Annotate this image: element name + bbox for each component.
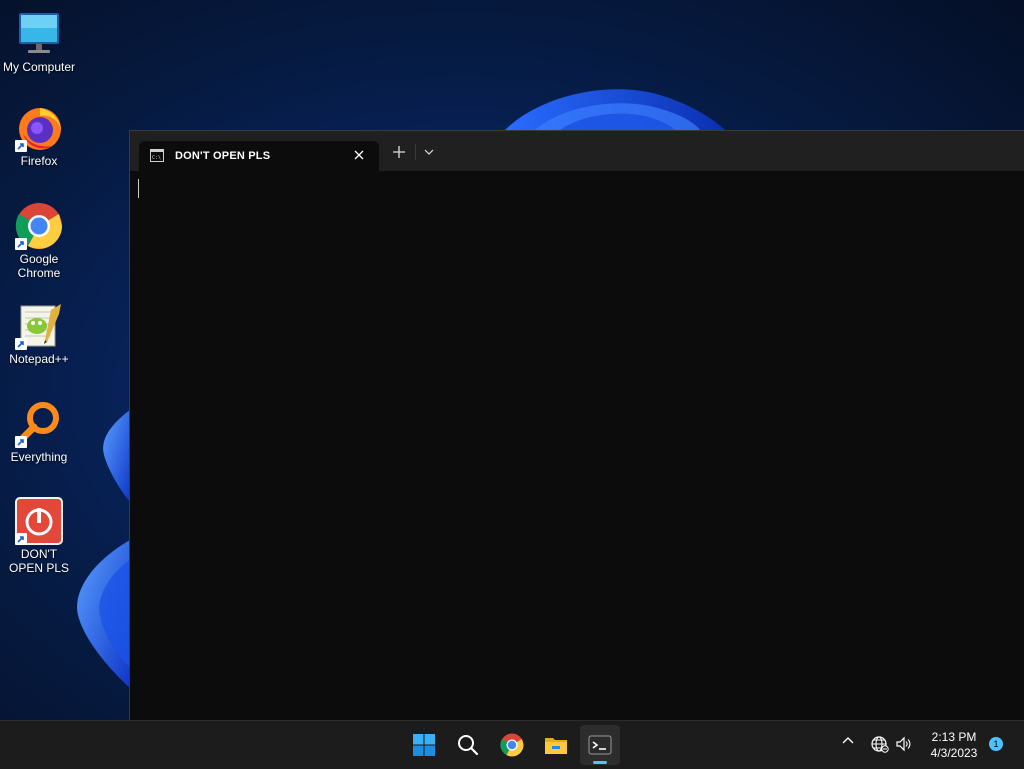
taskbar-search-button[interactable] xyxy=(448,725,488,765)
desktop-icon-label: Firefox xyxy=(20,154,58,168)
clock-date: 4/3/2023 xyxy=(930,746,978,760)
desktop-icon-label: DON'T OPEN PLS xyxy=(8,547,70,575)
terminal-content[interactable] xyxy=(130,171,1024,720)
tab-title: DON'T OPEN PLS xyxy=(175,150,271,162)
firefox-icon xyxy=(15,104,63,152)
text-cursor xyxy=(138,179,139,198)
desktop: My Computer Firefox Google Chrome Notepa… xyxy=(0,0,1024,720)
desktop-icon-firefox[interactable]: Firefox xyxy=(0,104,78,168)
folder-icon xyxy=(545,738,567,754)
desktop-icon-dont-open-pls[interactable]: DON'T OPEN PLS xyxy=(0,497,78,575)
notepadpp-icon xyxy=(15,302,63,350)
shortcut-arrow-icon xyxy=(15,338,27,350)
clock-time: 2:13 PM xyxy=(931,730,977,744)
taskbar-chrome-button[interactable] xyxy=(492,725,532,765)
desktop-icon-label: Notepad++ xyxy=(9,352,69,366)
monitor-icon xyxy=(15,10,63,58)
shortcut-arrow-icon xyxy=(15,436,27,448)
everything-search-icon xyxy=(15,400,63,448)
close-icon[interactable] xyxy=(353,149,365,161)
terminal-titlebar[interactable]: C:\ DON'T OPEN PLS xyxy=(130,131,1024,171)
network-globe-icon[interactable] xyxy=(871,735,889,753)
notification-badge[interactable]: 1 xyxy=(989,737,1003,751)
console-icon: C:\ xyxy=(150,149,164,162)
taskbar-terminal-button[interactable] xyxy=(580,725,620,765)
desktop-icon-label: My Computer xyxy=(2,60,76,74)
volume-icon[interactable] xyxy=(895,735,913,753)
desktop-icon-label: Google Chrome xyxy=(17,252,61,280)
plus-icon[interactable] xyxy=(392,145,406,159)
tab-dont-open-pls[interactable]: C:\ DON'T OPEN PLS xyxy=(139,141,379,171)
tab-separator xyxy=(415,144,416,160)
terminal-icon xyxy=(588,735,612,755)
chrome-icon xyxy=(15,202,63,250)
desktop-icon-google-chrome[interactable]: Google Chrome xyxy=(0,202,78,280)
active-app-indicator xyxy=(593,761,607,764)
taskbar-file-explorer-button[interactable] xyxy=(536,725,576,765)
desktop-icon-everything[interactable]: Everything xyxy=(0,400,78,464)
taskbar-start-button[interactable] xyxy=(404,725,444,765)
windows-start-icon xyxy=(413,734,435,756)
shortcut-arrow-icon xyxy=(15,533,27,545)
shortcut-arrow-icon xyxy=(15,140,27,152)
terminal-window[interactable]: C:\ DON'T OPEN PLS xyxy=(129,130,1024,720)
desktop-icon-my-computer[interactable]: My Computer xyxy=(0,10,78,74)
desktop-icon-notepadpp[interactable]: Notepad++ xyxy=(0,302,78,366)
svg-text:C:\: C:\ xyxy=(152,155,161,161)
search-icon xyxy=(458,735,479,756)
desktop-icon-label: Everything xyxy=(10,450,68,464)
chrome-icon xyxy=(500,733,524,757)
taskbar-clock[interactable]: 2:13 PM 4/3/2023 xyxy=(918,729,990,761)
chevron-up-icon[interactable] xyxy=(842,735,854,747)
chevron-down-icon[interactable] xyxy=(424,149,434,155)
shortcut-arrow-icon xyxy=(15,238,27,250)
taskbar: 2:13 PM 4/3/2023 1 xyxy=(0,720,1024,769)
power-icon xyxy=(15,497,63,545)
